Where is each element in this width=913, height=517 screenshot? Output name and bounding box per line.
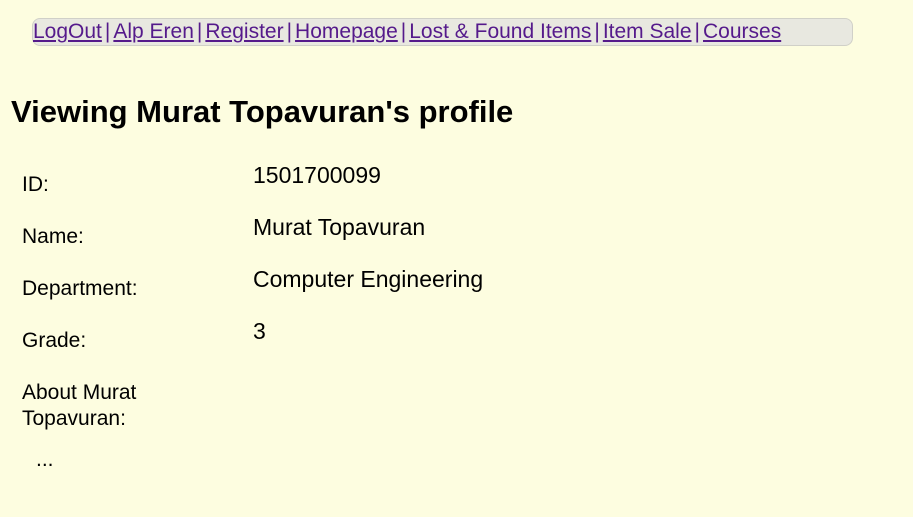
nav-link-item-sale[interactable]: Item Sale (603, 20, 692, 44)
id-label: ID: (22, 173, 49, 196)
department-value: Computer Engineering (253, 266, 484, 292)
nav-separator: | (400, 20, 407, 43)
grade-value: 3 (253, 318, 266, 344)
nav-link-lost-found[interactable]: Lost & Found Items (409, 20, 591, 44)
page-title: Viewing Murat Topavuran's profile (11, 94, 514, 129)
nav-separator: | (104, 20, 111, 43)
about-value: ... (36, 448, 54, 471)
nav-link-register[interactable]: Register (205, 20, 283, 44)
about-label: About Murat Topavuran: (22, 381, 137, 430)
nav-separator: | (594, 20, 600, 43)
id-value: 1501700099 (253, 162, 381, 188)
nav-link-user[interactable]: Alp Eren (113, 20, 194, 44)
department-label: Department: (22, 277, 138, 300)
name-value: Murat Topavuran (253, 214, 426, 240)
top-navigation-bar: LogOut | Alp Eren | Register | Homepage … (32, 18, 853, 46)
nav-link-courses[interactable]: Courses (703, 20, 781, 44)
nav-link-logout[interactable]: LogOut (33, 20, 102, 44)
name-label: Name: (22, 225, 84, 248)
grade-label: Grade: (22, 329, 87, 352)
nav-link-homepage[interactable]: Homepage (295, 20, 398, 44)
nav-separator: | (286, 20, 293, 43)
nav-separator: | (196, 20, 203, 43)
nav-separator: | (694, 20, 700, 43)
